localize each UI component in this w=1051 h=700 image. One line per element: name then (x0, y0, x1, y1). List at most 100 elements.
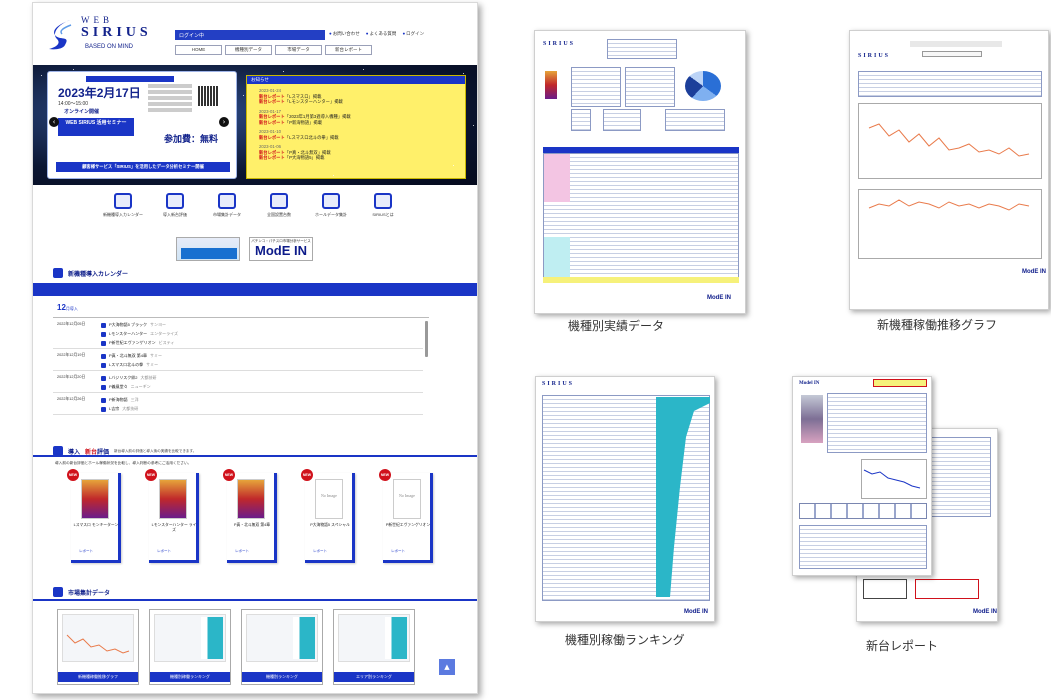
icon-calendar[interactable]: 新機種導入カレンダー (103, 193, 143, 217)
card-report-link[interactable]: レポート (313, 549, 327, 554)
thumb-report-speech (915, 579, 979, 599)
machine-image: No Image (393, 479, 421, 519)
news-text: 「Lスマスロ北斗の拳」掲載 (284, 134, 339, 140)
banner-modein[interactable]: パチンコ・パチスロ市場分析サービス ModE IN (249, 237, 313, 261)
new-badge: NEW (301, 469, 313, 481)
page-top-button[interactable]: ▲ (439, 659, 455, 675)
website-screenshot: WEB SIRIUS BASED ON MIND ログイン中 お問い合わせ よく… (32, 2, 478, 694)
hero-banner: 2023年2月17日 14:00〜15:00 オンライン開催 WEB SIRIU… (33, 65, 477, 185)
new-review-subtitle: 新台導入前の評価と導入後の実績を比較できます。 (114, 448, 197, 453)
thumb-bar-column (656, 397, 710, 597)
calendar-item[interactable]: L吉宗 大都技研 (101, 406, 138, 412)
logo-sirius: SIRIUS (81, 25, 152, 40)
icon-label: SIRIUSとは (372, 212, 394, 217)
news-tag: 新台レポート (259, 134, 285, 140)
site-header: WEB SIRIUS BASED ON MIND ログイン中 お問い合わせ よく… (33, 3, 477, 63)
banner-sirius[interactable] (176, 237, 240, 261)
machine-icon (101, 322, 106, 328)
monitor-icon (322, 193, 340, 209)
market-button[interactable]: エリア別ランキング (334, 672, 414, 682)
card-report-link[interactable]: レポート (157, 549, 171, 554)
market-thumb[interactable]: 機種別稼働ランキング (149, 609, 231, 685)
nav-new-report[interactable]: 新台レポート (325, 45, 372, 55)
nav-model-data[interactable]: 機種別データ (225, 45, 272, 55)
icon-install[interactable]: 全国設置台数 (259, 193, 299, 217)
icon-review[interactable]: 導入新台評価 (155, 193, 195, 217)
machine-image: No Image (315, 479, 343, 519)
calendar-item-maker: 大都技研 (122, 406, 139, 411)
calendar-item-maker: エンターライズ (150, 331, 178, 336)
calendar-row: 2022年12月26日 P新海物語 三洋 L吉宗 大都技研 (53, 393, 423, 415)
event-slide[interactable]: 2023年2月17日 14:00〜15:00 オンライン開催 WEB SIRIU… (47, 71, 237, 179)
top-link-login[interactable]: ログイン (402, 31, 424, 37)
icon-market[interactable]: 市場集計データ (207, 193, 247, 217)
calendar-item[interactable]: Lスマスロ北斗の拳 サミー (101, 362, 158, 368)
machine-icon (101, 331, 106, 337)
feature-icons: 新機種導入カレンダー 導入新台評価 市場集計データ 全国設置台数 ホールデータ集… (103, 193, 403, 217)
new-model-card[interactable]: NEW No Image P新世紀エヴァンゲリオン レポート (379, 469, 433, 563)
icon-hall[interactable]: ホールデータ集計 (311, 193, 351, 217)
thumb-machine-image (545, 71, 557, 99)
thumb-score-row (799, 503, 927, 519)
top-link-faq[interactable]: よくある質問 (366, 31, 396, 37)
calendar-item-name: P義風堂々 (109, 384, 128, 389)
news-item[interactable]: 新台レポート「P新海物語」掲載 (259, 120, 465, 126)
market-button[interactable]: 機種別ランキング (242, 672, 322, 682)
thumb-report-front: Model IN (792, 376, 932, 576)
news-panel: お知らせ 2023-01-24 新台レポート「Lスマスロ」掲載 新台レポート「Lモン… (246, 75, 466, 179)
calendar-item[interactable]: Lモンスターハンター エンターライズ (101, 331, 178, 337)
news-item[interactable]: 2023-01-06 新台レポート「P真・北斗無双」掲載 (259, 144, 465, 155)
news-item[interactable]: 2023-01-10 新台レポート「Lスマスロ北斗の拳」掲載 (259, 129, 465, 140)
star (41, 75, 42, 76)
card-name: P新世紀エヴァンゲリオン (385, 523, 431, 527)
news-item[interactable]: 2023-01-24 新台レポート「Lスマスロ」掲載 (259, 88, 465, 99)
card-report-link[interactable]: レポート (391, 549, 405, 554)
market-button[interactable]: 新機種稼働推移グラフ (58, 672, 138, 682)
card-report-link[interactable]: レポート (79, 549, 93, 554)
thumb-logo: SIRIUS (543, 41, 576, 47)
slider-prev-icon[interactable]: ‹ (49, 117, 59, 127)
calendar-item-name: P新世紀エヴァンゲリオン (109, 340, 156, 345)
icon-about[interactable]: SIRIUSとは (363, 193, 403, 217)
calendar-item[interactable]: P真・北斗無双 第4章 サミー (101, 353, 162, 359)
nav-home[interactable]: HOME (175, 45, 222, 55)
calendar-item[interactable]: Lバジリスク絆2 大都技研 (101, 375, 156, 381)
thumb-line-chart-1 (858, 103, 1042, 179)
card-report-link[interactable]: レポート (235, 549, 249, 554)
machine-image (81, 479, 109, 519)
calendar-icon (53, 268, 63, 278)
calendar-item[interactable]: P義風堂々 ニューギン (101, 384, 151, 390)
market-thumb[interactable]: 機種別ランキング (241, 609, 323, 685)
ranking-bar-image (385, 617, 407, 659)
market-title: 市場集計データ (68, 590, 111, 597)
calendar-item[interactable]: P新世紀エヴァンゲリオン ビスティ (101, 340, 174, 346)
news-text: 「2023年1月第3週導入機種」掲載 (284, 114, 351, 119)
news-item[interactable]: 新台レポート「P大海物語5」掲載 (259, 155, 465, 161)
calendar-item[interactable]: P大海物語5 ブラック サンヨー (101, 322, 166, 328)
calendar-item-maker: サミー (146, 362, 159, 367)
event-slide-header (86, 76, 174, 82)
thumb-table (665, 109, 725, 131)
star (243, 95, 244, 96)
market-button[interactable]: 機種別稼働ランキング (150, 672, 230, 682)
nav-market-data[interactable]: 市場データ (275, 45, 322, 55)
news-tag: 新台レポート (259, 149, 285, 155)
new-model-card[interactable]: NEW P真・北斗無双 第4章 レポート (223, 469, 277, 563)
banner-modein-logo: ModE IN (255, 243, 307, 258)
calendar-scrollbar[interactable] (425, 321, 428, 357)
thumb-table (571, 109, 591, 131)
market-thumb[interactable]: エリア別ランキング (333, 609, 415, 685)
site-logo[interactable]: WEB SIRIUS BASED ON MIND (47, 15, 162, 59)
news-item[interactable]: 新台レポート「Lモンスターハンター」掲載 (259, 99, 465, 105)
calendar-date: 2022年12月19日 (57, 353, 86, 357)
market-thumb[interactable]: 新機種稼働推移グラフ (57, 609, 139, 685)
market-heading: 市場集計データ (53, 587, 110, 597)
new-model-card[interactable]: NEW Lスマスロ モンキーターン レポート (67, 469, 121, 563)
new-model-card[interactable]: NEW Lモンスターハンター ライズ レポート (145, 469, 199, 563)
event-note: オンライン開催 (64, 109, 100, 115)
new-model-card[interactable]: NEW No Image P大海物語5 スペシャル レポート (301, 469, 355, 563)
calendar-item[interactable]: P新海物語 三洋 (101, 397, 139, 403)
news-item[interactable]: 2023-01-17 新台レポート「2023年1月第3週導入機種」掲載 (259, 109, 465, 120)
top-link-contact[interactable]: お問い合わせ (329, 31, 360, 37)
slider-next-icon[interactable]: › (219, 117, 229, 127)
